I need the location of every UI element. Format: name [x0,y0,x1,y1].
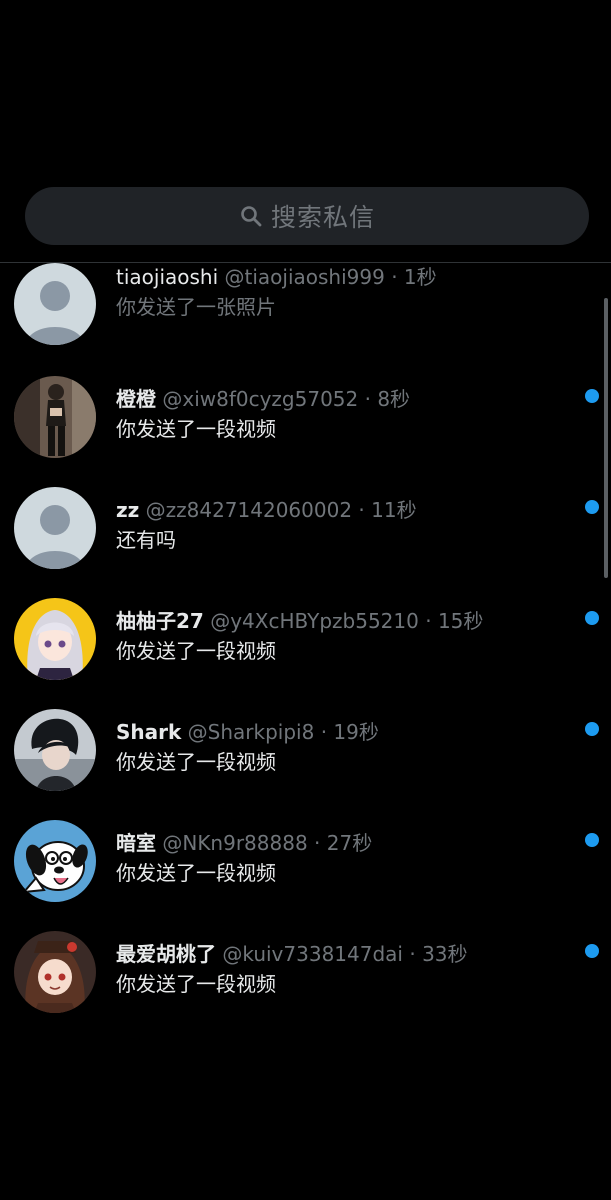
unread-indicator [585,500,599,514]
timestamp: 27秒 [326,831,373,855]
conversation-item[interactable]: zz @zz8427142060002 · 11秒 还有吗 [0,484,611,584]
unread-indicator [585,944,599,958]
message-preview: 还有吗 [116,528,176,552]
conversation-header: Shark @Sharkpipi8 · 19秒 [116,720,379,744]
display-name: Shark [116,720,182,744]
timestamp: 1秒 [403,265,437,289]
user-handle: @NKn9r88888 [162,831,308,855]
unread-indicator [585,389,599,403]
conversation-item[interactable]: 橙橙 @xiw8f0cyzg57052 · 8秒 你发送了一段视频 [0,373,611,473]
search-placeholder: 搜索私信 [270,203,375,232]
display-name: zz [116,498,140,522]
user-handle: @zz8427142060002 [145,498,353,522]
user-handle: @kuiv7338147dai [222,942,403,966]
conversation-item[interactable]: Shark @Sharkpipi8 · 19秒 你发送了一段视频 [0,706,611,806]
conversation-item[interactable]: tiaojiaoshi @tiaojiaoshi999 · 1秒 你发送了一张照… [0,263,611,363]
timestamp: 33秒 [422,942,468,966]
scrollbar[interactable] [604,298,608,578]
cartoon-dog-avatar [14,820,96,902]
conversation-item[interactable]: 暗室 @NKn9r88888 · 27秒 你发送了一段视频 [0,817,611,917]
photo-avatar [14,376,96,458]
user-handle: @tiaojiaoshi999 [224,265,385,289]
anime-girl-avatar [14,598,96,680]
user-handle: @Sharkpipi8 [187,720,315,744]
message-preview: 你发送了一段视频 [116,861,276,885]
search-icon [241,206,262,227]
timestamp: 8秒 [377,387,411,411]
conversation-header: 暗室 @NKn9r88888 · 27秒 [116,831,373,855]
display-name: 最爱胡桃了 [116,942,216,966]
unread-indicator [585,722,599,736]
conversation-header: zz @zz8427142060002 · 11秒 [116,498,417,522]
anime-character-avatar [14,931,96,1013]
display-name: 暗室 [116,831,156,855]
message-preview: 你发送了一段视频 [116,972,276,996]
conversation-header: 最爱胡桃了 @kuiv7338147dai · 33秒 [116,942,468,966]
display-name: tiaojiaoshi [116,265,219,289]
timestamp: 11秒 [371,498,417,522]
conversation-header: 柚柚子27 @y4XcHBYpzb55210 · 15秒 [116,609,484,633]
timestamp: 19秒 [333,720,379,744]
message-preview: 你发送了一段视频 [116,750,276,774]
default-avatar [14,487,96,569]
user-handle: @xiw8f0cyzg57052 [162,387,359,411]
conversation-header: tiaojiaoshi @tiaojiaoshi999 · 1秒 [116,265,437,289]
conversation-header: 橙橙 @xiw8f0cyzg57052 · 8秒 [116,387,411,411]
conversation-item[interactable]: 最爱胡桃了 @kuiv7338147dai · 33秒 你发送了一段视频 [0,928,611,1028]
message-preview: 你发送了一段视频 [116,639,276,663]
display-name: 柚柚子27 [116,609,204,633]
user-handle: @y4XcHBYpzb55210 [210,609,419,633]
message-preview: 你发送了一张照片 [116,295,276,319]
default-avatar [14,263,96,345]
message-preview: 你发送了一段视频 [116,417,276,441]
conversation-item[interactable]: 柚柚子27 @y4XcHBYpzb55210 · 15秒 你发送了一段视频 [0,595,611,695]
timestamp: 15秒 [437,609,484,633]
messages-screen: 搜索私信 tiaojiaoshi @tiaojiaoshi999 · 1秒 你发… [0,0,611,1200]
unread-indicator [585,611,599,625]
anime-boy-avatar [14,709,96,791]
display-name: 橙橙 [116,387,156,411]
search-input[interactable]: 搜索私信 [25,187,589,245]
unread-indicator [585,833,599,847]
